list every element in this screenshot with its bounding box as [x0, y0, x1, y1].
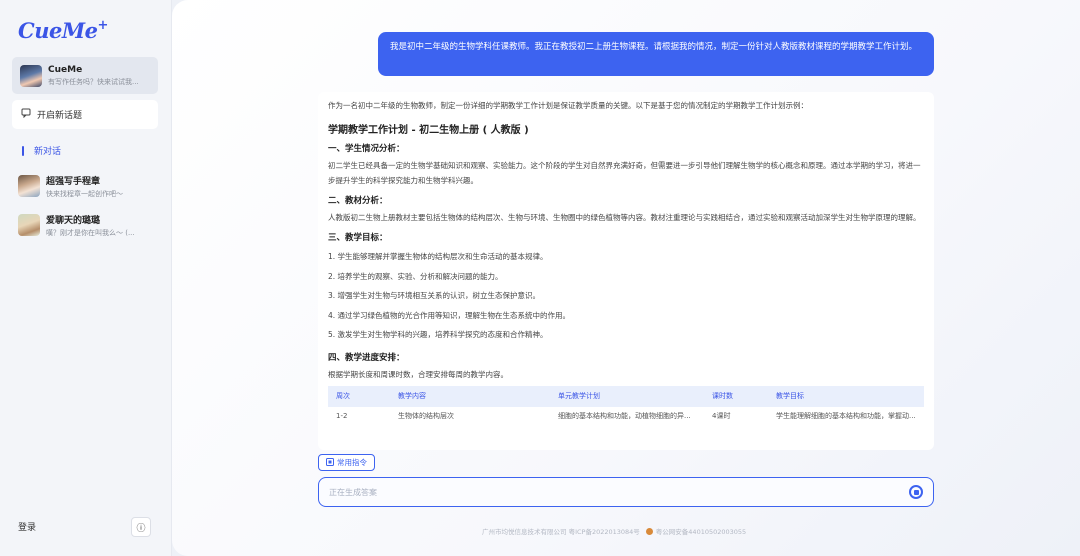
conversation-subtitle: 快来找程章一起创作吧～	[46, 189, 123, 198]
conversation-title: 爱聊天的璐璐	[46, 215, 101, 226]
goals-list: 1. 学生能够理解并掌握生物体的结构层次和生命活动的基本规律。 2. 培养学生的…	[328, 247, 924, 345]
login-link[interactable]: 登录	[18, 520, 36, 533]
conversation-title: 超强写手程章	[46, 176, 101, 187]
bot-card-subtitle: 有写作任务吗？快来试试我...	[48, 77, 139, 86]
active-indicator	[22, 145, 24, 156]
table-header-cell: 教学内容	[390, 385, 550, 407]
section-heading: 四、教学进度安排：	[328, 352, 405, 363]
table-cell: 细胞的基本结构和功能，动植物细胞的异...	[558, 411, 691, 420]
section-text: 人教版初二生物上册教材主要包括生物体的结构层次、生物与环境、生物圈中的绿色植物等…	[328, 213, 921, 222]
new-chat-label: 新对话	[34, 147, 62, 157]
new-topic-label: 开启新话题	[37, 111, 83, 121]
cueme-logo[interactable]: CueMe+	[18, 18, 108, 43]
conversation-text: 超强写手程章 快来找程章一起创作吧～	[46, 174, 123, 199]
conversation-item[interactable]: 爱聊天的璐璐 嘆？刚才是你在叫我么～ (...	[18, 212, 164, 238]
common-commands-label: 常用指令	[337, 458, 367, 467]
goal-item: 1. 学生能够理解并掌握生物体的结构层次和生命活动的基本规律。	[328, 252, 548, 261]
police-text[interactable]: 粤公网安备44010502003055	[656, 526, 746, 536]
schedule-table: 周次 教学内容 单元教学计划 课时数 教学目标 1-2 生物体的结构层次 细胞的…	[328, 385, 924, 425]
app-root: CueMe+ CueMe 有写作任务吗？快来试试我... 开启新话题 新对话 超…	[0, 0, 1080, 556]
info-icon[interactable]: ⓘ	[131, 517, 151, 537]
prompt-input-container	[318, 477, 934, 507]
logo-text: CueMe	[18, 18, 98, 43]
user-message-bubble: 我是初中二年级的生物学科任课教师。我正在教授初二上册生物课程。请根据我的情况，制…	[378, 32, 934, 76]
police-badge-icon	[645, 527, 653, 535]
section-heading: 二、教材分析：	[328, 196, 388, 206]
table-header-cell: 周次	[328, 385, 390, 407]
conversation-text: 爱聊天的璐璐 嘆？刚才是你在叫我么～ (...	[46, 213, 135, 238]
table-row: 1-2 生物体的结构层次 细胞的基本结构和功能，动植物细胞的异... 4课时 学…	[328, 407, 924, 425]
new-topic-icon	[21, 108, 31, 121]
table-header-cell: 课时数	[704, 385, 768, 407]
answer-intro: 作为一名初中二年级的生物教师，制定一份详细的学期教学工作计划是保证教学质量的关键…	[328, 101, 808, 110]
bot-card-cueme[interactable]: CueMe 有写作任务吗？快来试试我...	[12, 57, 158, 94]
section-heading: 三、教学目标：	[328, 233, 388, 243]
goal-item: 4. 通过学习绿色植物的光合作用等知识，理解生物在生态系统中的作用。	[328, 310, 571, 320]
goal-item: 2. 培养学生的观察、实验、分析和解决问题的能力。	[328, 271, 503, 281]
assistant-answer: 作为一名初中二年级的生物教师，制定一份详细的学期教学工作计划是保证教学质量的关键…	[318, 92, 934, 450]
stop-generation-icon[interactable]	[909, 485, 923, 499]
conversation-item[interactable]: 超强写手程章 快来找程章一起创作吧～	[18, 173, 164, 199]
table-cell: 4课时	[712, 411, 731, 420]
goal-item: 5. 激发学生对生物学科的兴趣，培养科学探究的态度和合作精神。	[328, 330, 548, 339]
cueme-avatar	[20, 64, 42, 87]
answer-title: 学期教学工作计划 - 初二生物上册 ( 人教版 )	[328, 125, 529, 136]
sidebar: CueMe+ CueMe 有写作任务吗？快来试试我... 开启新话题 新对话 超…	[0, 0, 172, 556]
commands-icon	[326, 457, 334, 468]
icp-text[interactable]: 广州市均悦信息技术有限公司 粤ICP备2022013084号	[482, 526, 640, 536]
conversation-subtitle: 嘆？刚才是你在叫我么～ (...	[46, 228, 135, 237]
stop-square	[913, 489, 919, 495]
bot-card-text: CueMe 有写作任务吗？快来试试我...	[48, 65, 139, 87]
table-header-cell: 教学目标	[768, 385, 924, 407]
table-cell: 学生能理解细胞的基本结构和功能，掌握动...	[776, 411, 916, 420]
section-text: 初二学生已经具备一定的生物学基础知识和观察、实验能力。这个阶段的学生对自然界充满…	[328, 161, 921, 185]
section-text: 根据学期长度和周课时数，合理安排每周的教学内容。	[328, 369, 508, 379]
logo-plus: +	[97, 18, 108, 33]
table-header-cell: 单元教学计划	[550, 385, 704, 407]
conversation-avatar	[18, 175, 40, 197]
table-cell: 1-2	[336, 411, 348, 420]
footer: 广州市均悦信息技术有限公司 粤ICP备2022013084号 粤公网安备4401…	[482, 526, 746, 536]
table-header-row: 周次 教学内容 单元教学计划 课时数 教学目标	[328, 385, 924, 407]
goal-item: 3. 增强学生对生物与环境相互关系的认识，树立生态保护意识。	[328, 291, 541, 300]
bot-card-title: CueMe	[48, 64, 83, 75]
common-commands-button[interactable]: 常用指令	[318, 454, 375, 471]
prompt-input[interactable]	[329, 487, 889, 497]
table-cell: 生物体的结构层次	[398, 411, 454, 420]
conversation-avatar	[18, 214, 40, 236]
new-topic-button[interactable]: 开启新话题	[12, 100, 158, 129]
section-heading: 一、学生情况分析：	[328, 144, 405, 154]
new-chat-item[interactable]: 新对话	[22, 144, 61, 157]
